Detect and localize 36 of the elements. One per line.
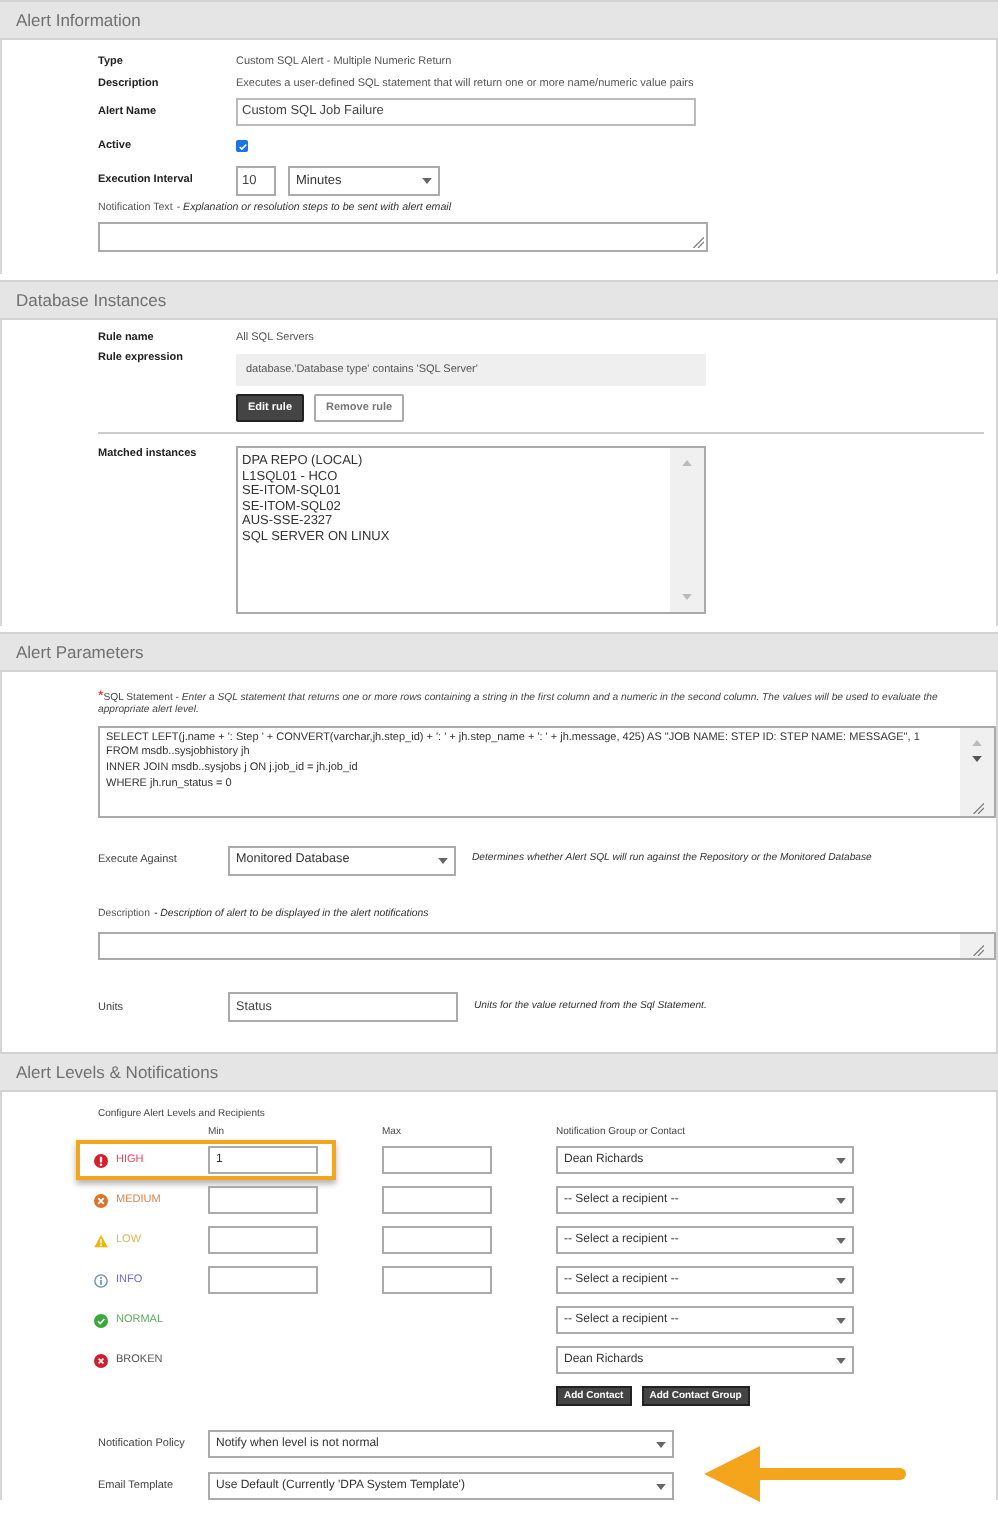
min-field[interactable]: [208, 1266, 318, 1295]
exclamation-icon: [94, 1153, 108, 1168]
caret-icon: [836, 1317, 846, 1324]
caret-icon: [422, 178, 432, 184]
section-header: Alert Levels & Notifications: [0, 1052, 998, 1093]
resize-grip-icon[interactable]: [971, 944, 983, 957]
check-circle-icon: [94, 1313, 108, 1328]
max-field[interactable]: [382, 1226, 492, 1255]
cross-circle-icon: [94, 1353, 108, 1368]
text-area[interactable]: [98, 222, 708, 252]
scroll-up-icon[interactable]: [682, 460, 692, 466]
caret-icon: [656, 1441, 666, 1448]
section-header: Alert Information: [0, 0, 998, 40]
text-area[interactable]: [98, 932, 996, 961]
resize-grip-icon[interactable]: [692, 236, 704, 248]
checkbox[interactable]: [236, 140, 248, 152]
warning-icon: [94, 1233, 108, 1248]
caret-icon: [836, 1197, 846, 1204]
cross-circle-icon: [94, 1193, 108, 1208]
caret-icon: [438, 857, 448, 864]
caret-icon: [836, 1277, 846, 1284]
caret-icon: [836, 1157, 846, 1164]
caret-icon: [836, 1357, 846, 1364]
section-header: Database Instances: [0, 280, 998, 320]
min-field[interactable]: [208, 1186, 318, 1215]
min-field[interactable]: [208, 1226, 318, 1255]
max-field[interactable]: [382, 1186, 492, 1215]
resize-grip-icon[interactable]: [971, 801, 983, 814]
section-header: Alert Parameters: [0, 632, 998, 672]
caret-icon: [836, 1237, 846, 1244]
max-field[interactable]: [382, 1146, 492, 1175]
scroll-down-icon[interactable]: [972, 755, 982, 762]
scroll-up-icon[interactable]: [972, 739, 982, 746]
max-field[interactable]: [382, 1266, 492, 1295]
info-icon: [94, 1273, 108, 1288]
caret-icon: [656, 1483, 666, 1490]
